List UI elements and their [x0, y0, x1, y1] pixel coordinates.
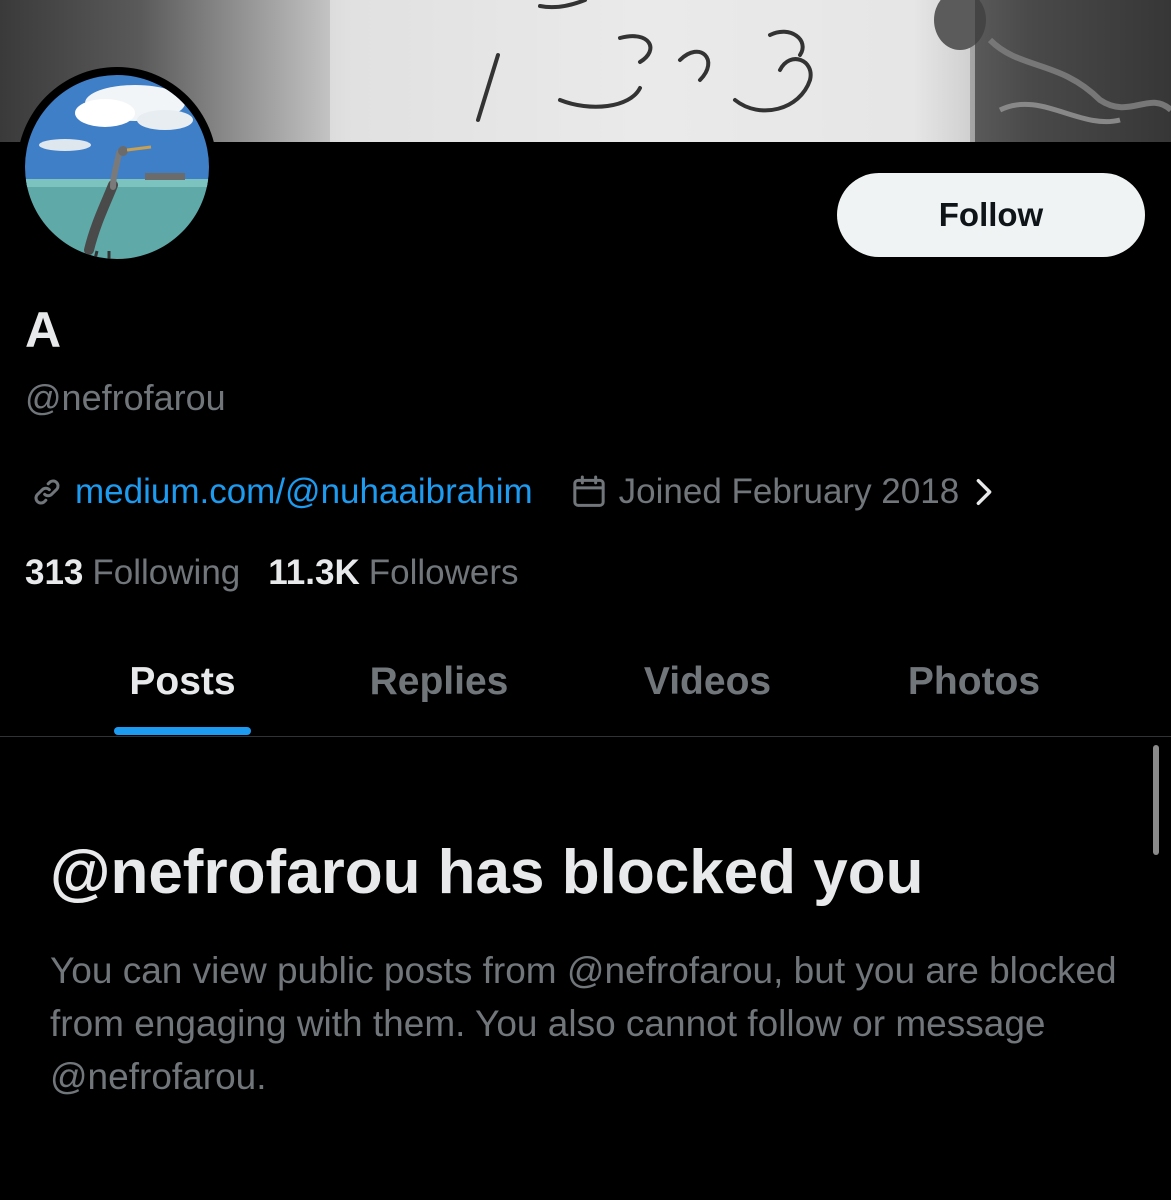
blocked-description: You can view public posts from @nefrofar…: [50, 950, 1117, 1097]
followers-count: 11.3K: [268, 553, 360, 592]
calendar-icon: [573, 475, 605, 507]
scrollbar[interactable]: [1153, 745, 1159, 855]
following-stat[interactable]: 313 Following: [25, 553, 240, 593]
blocked-title: @nefrofarou has blocked you: [50, 838, 924, 907]
profile-meta: medium.com/@nuhaaibrahim Joined February…: [27, 466, 1005, 518]
follow-button[interactable]: Follow: [837, 173, 1145, 257]
website-link[interactable]: medium.com/@nuhaaibrahim: [27, 472, 533, 512]
website-link-text[interactable]: medium.com/@nuhaaibrahim: [75, 472, 533, 512]
following-count: 313: [25, 553, 84, 592]
chevron-right-icon[interactable]: [973, 475, 995, 509]
profile-tabs: Posts Replies Videos Photos: [0, 628, 1171, 736]
profile-avatar[interactable]: [17, 67, 217, 267]
link-icon: [34, 479, 60, 505]
tab-replies[interactable]: Replies: [348, 628, 530, 736]
display-name: A: [25, 302, 62, 358]
following-label: Following: [92, 553, 241, 592]
tab-videos[interactable]: Videos: [620, 628, 795, 736]
joined-date-text: Joined February 2018: [618, 472, 960, 511]
tab-posts[interactable]: Posts: [114, 628, 251, 736]
heron-photo-avatar: [25, 75, 209, 259]
active-tab-indicator: [114, 727, 251, 735]
tab-photos[interactable]: Photos: [885, 628, 1063, 736]
tabs-divider: [0, 736, 1171, 737]
profile-stats: 313 Following 11.3K Followers: [25, 548, 519, 598]
profile-handle: @nefrofarou: [25, 377, 226, 418]
followers-label: Followers: [368, 553, 519, 592]
joined-date: Joined February 2018: [569, 472, 1006, 512]
followers-stat[interactable]: 11.3K Followers: [268, 553, 518, 593]
